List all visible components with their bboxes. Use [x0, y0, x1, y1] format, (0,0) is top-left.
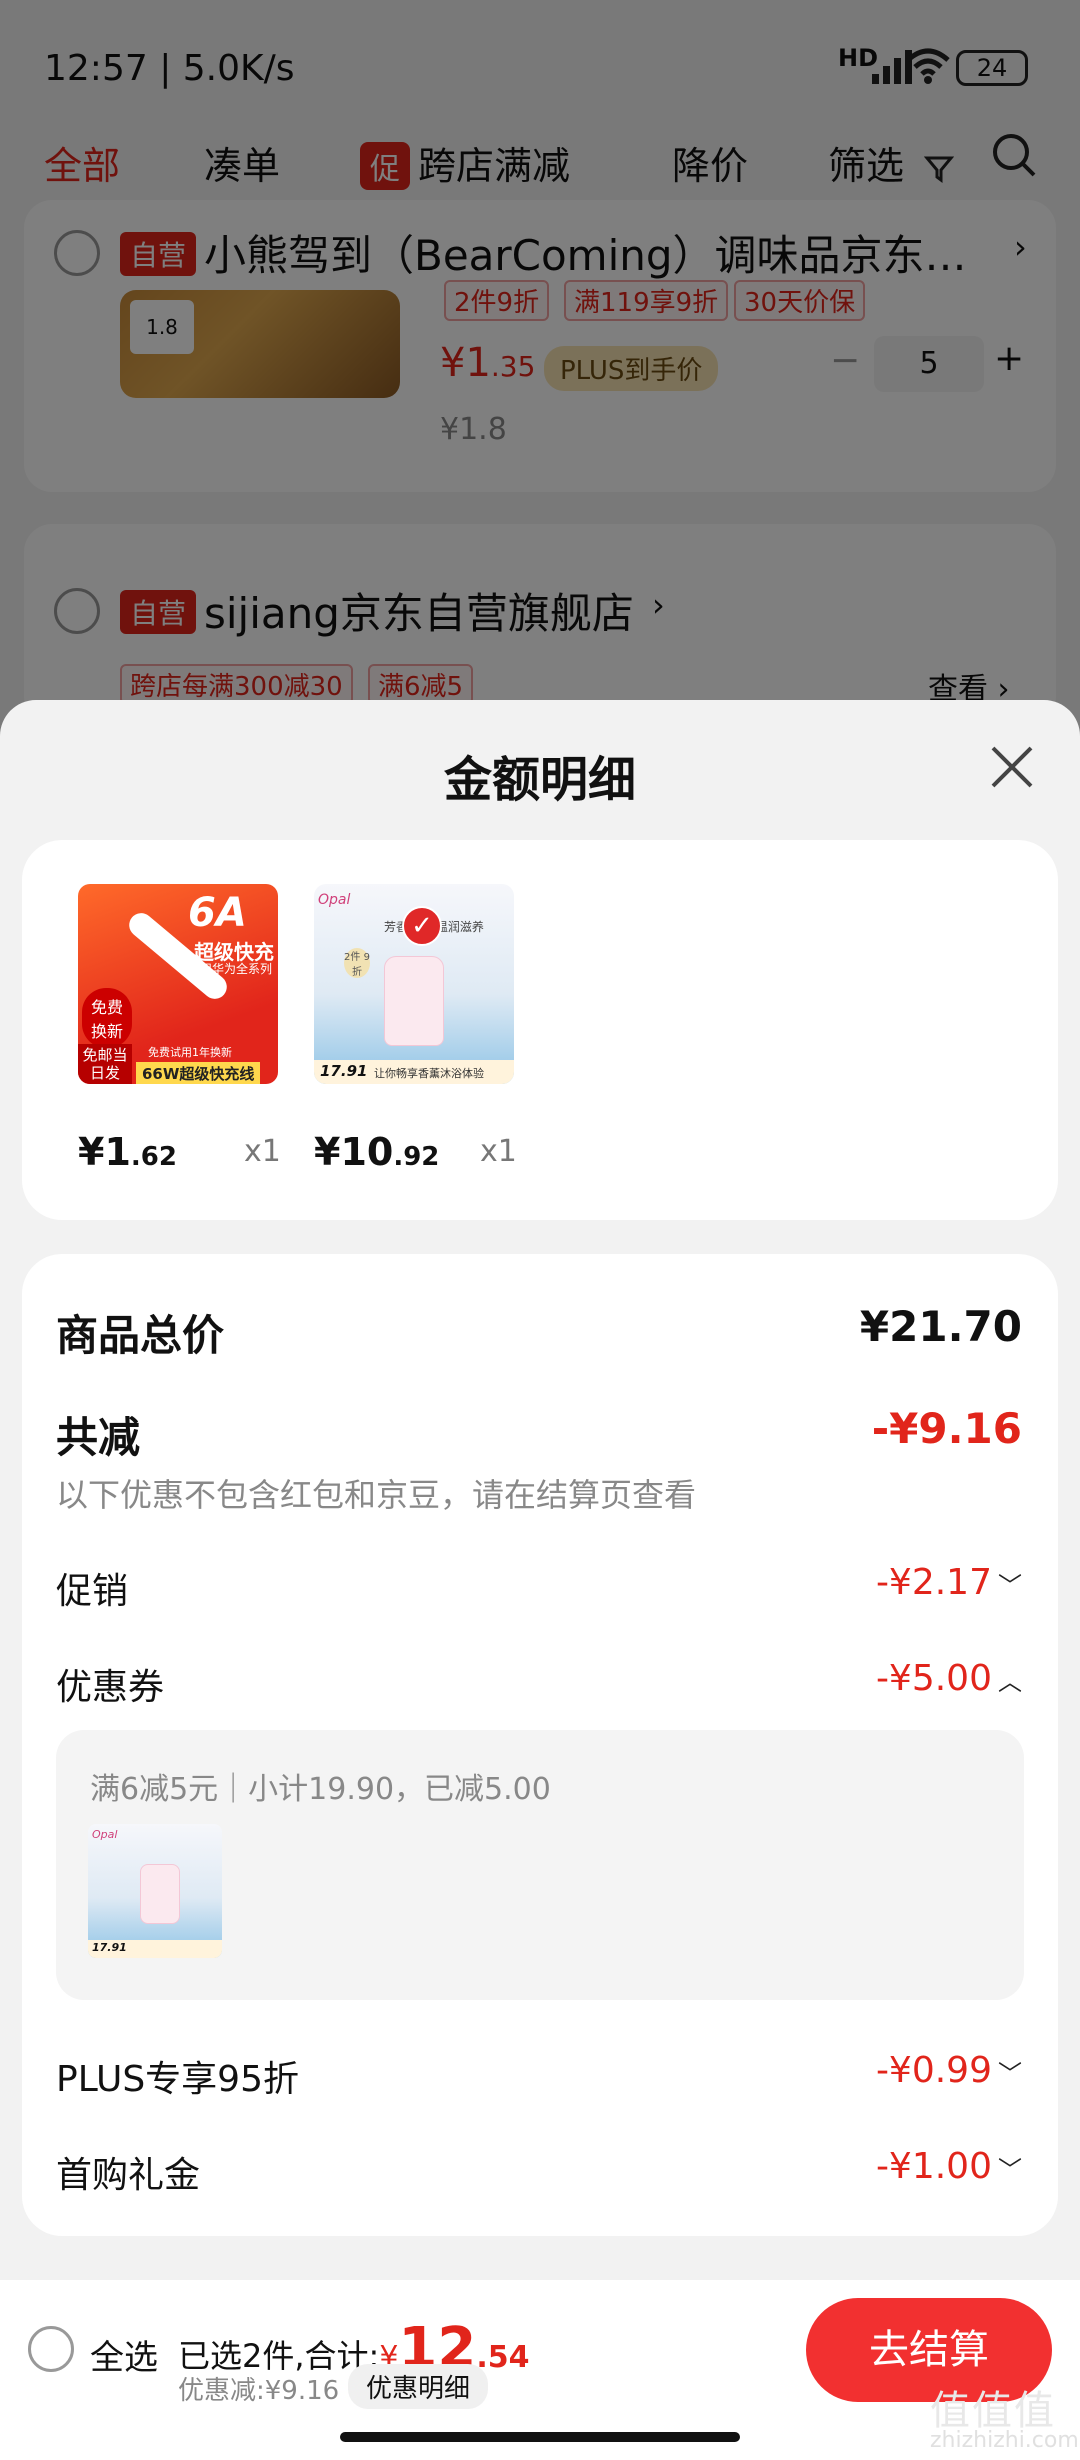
product-price: ¥10.92 — [314, 1130, 440, 1174]
plus-discount-row[interactable]: -¥0.99 ﹀ — [876, 2050, 1022, 2091]
brand-logo-icon: Opal — [92, 1828, 118, 1841]
reduce-value: -¥9.16 — [871, 1404, 1022, 1453]
discount-detail-button[interactable]: 优惠明细 — [348, 2364, 489, 2409]
checkmark-icon: ✓ — [402, 906, 442, 946]
total-label: 商品总价 — [56, 1311, 225, 1360]
img-text: 17.91 — [92, 1941, 127, 1954]
close-icon[interactable] — [985, 740, 1039, 794]
discount-note: 以下优惠不包含红包和京豆，请在结算页查看 — [56, 1476, 697, 1514]
promo-value: -¥2.17 — [875, 1562, 992, 1603]
selected-products: 6A 超级快充 适用华为全系列 免费换新 免邮当日发 66W超级快充线 免费试用… — [22, 840, 1058, 1220]
gift-label: 首购礼金 — [56, 2155, 201, 2196]
img-text: 免费换新 — [82, 988, 132, 1048]
chevron-up-icon: ︿ — [998, 1668, 1022, 1696]
plus-discount-label: PLUS专享95折 — [56, 2059, 299, 2100]
total-value: ¥21.70 — [859, 1302, 1022, 1351]
chevron-down-icon: ﹀ — [998, 1572, 1022, 1600]
coupon-product-thumbnail[interactable]: Opal 17.91 — [88, 1824, 222, 1958]
img-text: 让你畅享香薰沐浴体验 — [374, 1067, 484, 1080]
product-quantity: x1 — [480, 1134, 517, 1169]
product-image-cable[interactable]: 6A 超级快充 适用华为全系列 免费换新 免邮当日发 66W超级快充线 免费试用… — [78, 884, 278, 1084]
total-amount-dec: .54 — [476, 2340, 530, 2375]
watermark-url: zhizhizhi.com — [930, 2428, 1079, 2453]
img-text: 6A — [188, 890, 247, 936]
coupon-value: -¥5.00 — [875, 1658, 992, 1699]
img-text: 17.91 — [320, 1062, 368, 1080]
product-quantity: x1 — [244, 1134, 281, 1169]
img-text: 免费试用1年换新 — [148, 1046, 232, 1059]
coupon-detail-text: 满6减5元｜小计19.90，已减5.00 — [90, 1772, 551, 1807]
brand-logo-icon: Opal — [318, 892, 351, 908]
chevron-down-icon: ﹀ — [998, 2060, 1022, 2088]
plus-discount-value: -¥0.99 — [875, 2050, 992, 2091]
gift-value: -¥1.00 — [875, 2146, 992, 2187]
img-text: 免邮当日发 — [78, 1044, 132, 1084]
modal-backdrop[interactable] — [0, 0, 1080, 710]
promo-label: 促销 — [56, 1571, 129, 1612]
sheet-title: 金额明细 — [443, 752, 636, 808]
coupon-detail-box: 满6减5元｜小计19.90，已减5.00 Opal 17.91 — [56, 1730, 1024, 2000]
coupon-row[interactable]: -¥5.00 ︿ — [876, 1658, 1022, 1699]
coupon-label: 优惠券 — [56, 1667, 165, 1708]
product-price: ¥1.62 — [78, 1130, 177, 1174]
img-text: 2件 9折 — [344, 948, 370, 978]
discount-total: 优惠减:¥9.16 — [178, 2376, 340, 2406]
promo-row[interactable]: -¥2.17 ﹀ — [876, 1562, 1022, 1603]
img-text: 66W超级快充线 — [136, 1062, 261, 1084]
bottle-shape — [384, 956, 444, 1046]
reduce-label: 共减 — [56, 1413, 141, 1462]
select-all-radio[interactable] — [28, 2326, 74, 2372]
select-all-label[interactable]: 全选 — [90, 2330, 158, 2379]
chevron-down-icon: ﹀ — [998, 2156, 1022, 2184]
home-indicator[interactable] — [340, 2432, 740, 2442]
product-image-bodywash[interactable]: Opal 芳香润肤 温润滋养 ✓ 2件 9折 17.91 让你畅享香薰沐浴体验 — [314, 884, 514, 1084]
gift-row[interactable]: -¥1.00 ﹀ — [876, 2146, 1022, 2187]
bottle-shape — [140, 1864, 180, 1924]
